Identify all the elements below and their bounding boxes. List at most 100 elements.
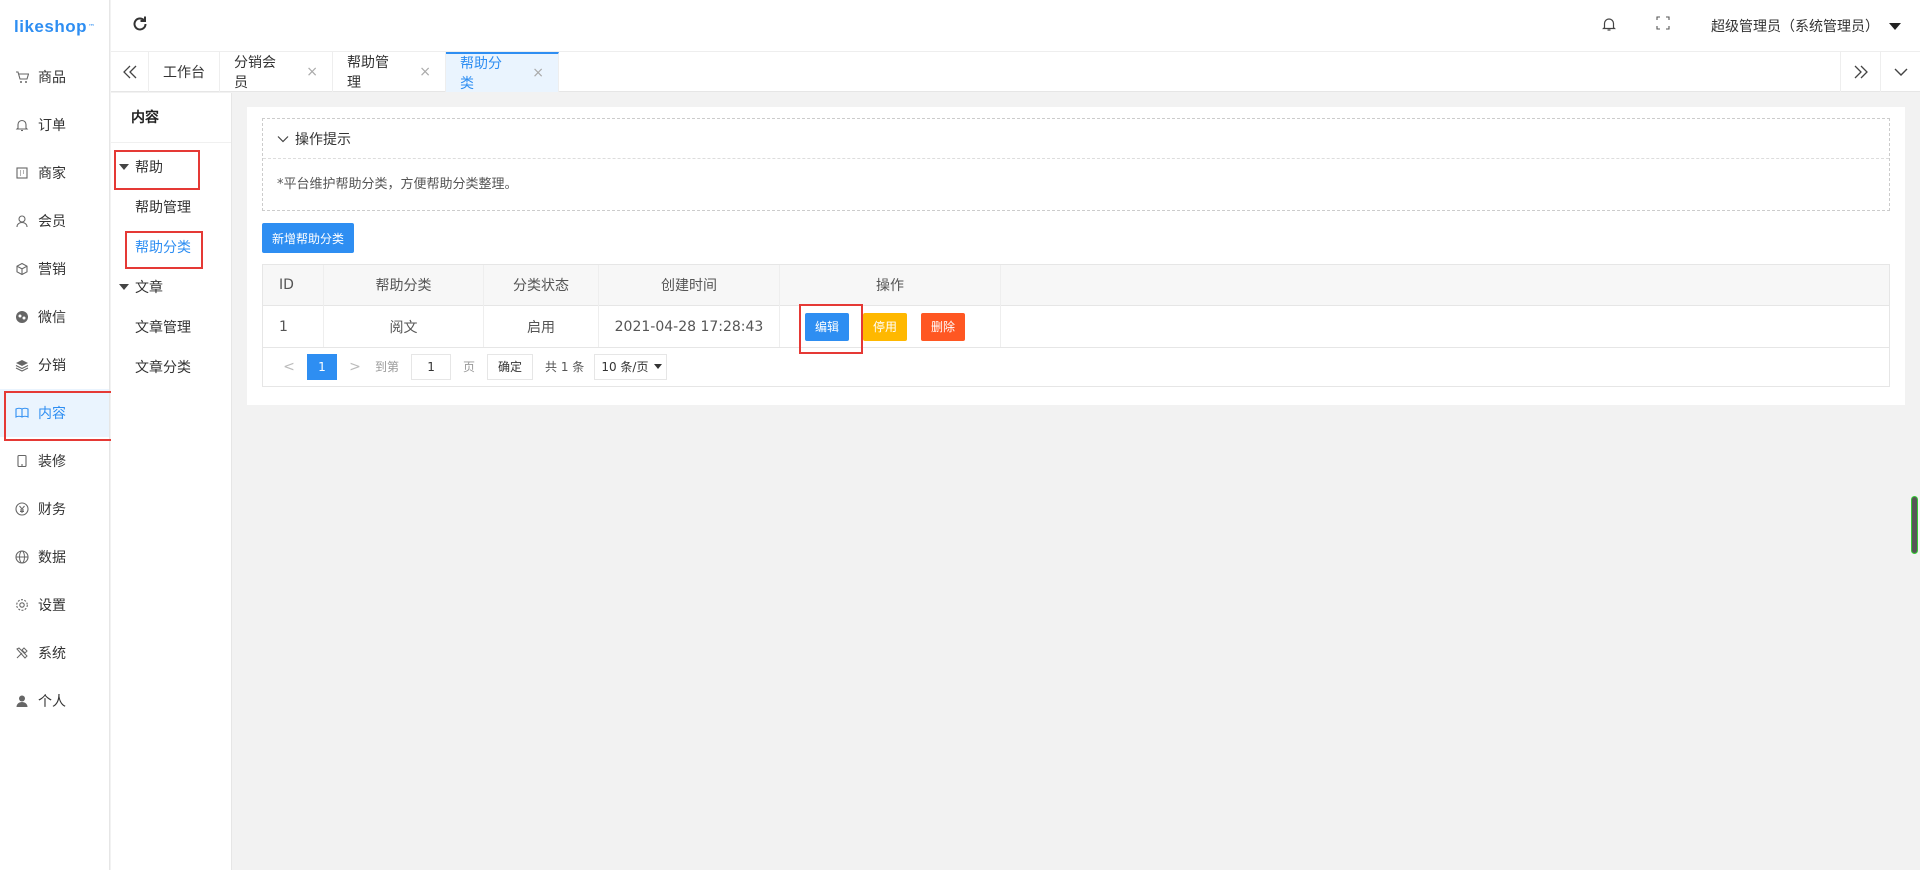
- gear-icon: [15, 598, 29, 612]
- tab-label: 分销会员: [234, 55, 276, 91]
- sidebar-item-marketing[interactable]: 营销: [0, 245, 109, 293]
- subnav-item-help-management[interactable]: 帮助管理: [111, 187, 231, 227]
- cell-name: 阅文: [324, 306, 484, 347]
- cart-icon: [15, 70, 29, 84]
- tips-text: *平台维护帮助分类，方便帮助分类整理。: [277, 177, 518, 192]
- sidebar-item-personal[interactable]: 个人: [0, 677, 109, 725]
- notification-bell-icon[interactable]: [1601, 16, 1619, 34]
- tips-header[interactable]: 操作提示: [263, 119, 1889, 159]
- column-header-filler: [1001, 265, 1889, 306]
- person-icon: [15, 694, 29, 708]
- next-page-button[interactable]: >: [341, 359, 369, 375]
- sidebar-item-label: 商品: [38, 70, 66, 86]
- column-header-created: 创建时间: [599, 264, 780, 306]
- edit-button[interactable]: 编辑: [798, 303, 864, 354]
- prev-page-button[interactable]: <: [275, 359, 303, 375]
- category-table: ID 帮助分类 分类状态 创建时间 操作 1 阅文 启用 2021-04-28 …: [262, 264, 1890, 354]
- sidebar-item-settings[interactable]: 设置: [0, 581, 109, 629]
- cell-status: 启用: [484, 306, 599, 347]
- sidebar-item-label: 商家: [38, 166, 66, 182]
- sidebar-item-label: 数据: [38, 550, 66, 566]
- tab-scroll-left-icon[interactable]: [111, 52, 149, 92]
- subnav-item-label: 文章管理: [135, 320, 191, 336]
- globe-icon: [15, 550, 29, 564]
- table-row: 1 阅文 启用 2021-04-28 17:28:43 编辑 停用 删除: [263, 303, 1889, 354]
- column-header-actions: 操作: [780, 264, 1001, 306]
- goto-label: 到第: [375, 360, 400, 374]
- tab-label: 工作台: [163, 65, 205, 81]
- subnav-group-help[interactable]: 帮助: [111, 147, 231, 190]
- sidebar-item-label: 内容: [38, 406, 66, 422]
- column-header-status: 分类状态: [484, 264, 599, 306]
- subnav-item-article-category[interactable]: 文章分类: [111, 347, 231, 387]
- sidebar-item-data[interactable]: 数据: [0, 533, 109, 581]
- sidebar-item-wechat[interactable]: 微信: [0, 293, 109, 341]
- sidebar-item-finance[interactable]: 财务: [0, 485, 109, 533]
- tab-help-category[interactable]: 帮助分类 ×: [446, 52, 559, 92]
- sidebar-item-label: 微信: [38, 310, 66, 326]
- subnav-group-articles[interactable]: 文章: [111, 267, 231, 307]
- sidebar-item-label: 营销: [38, 262, 66, 278]
- delete-button[interactable]: 删除: [921, 312, 966, 341]
- goto-page-input[interactable]: 1: [411, 353, 452, 380]
- page-size-value: 10 条/页: [601, 360, 649, 374]
- tab-bar: 工作台 分销会员 × 帮助管理 × 帮助分类 ×: [111, 52, 1920, 92]
- sidebar-item-label: 订单: [38, 118, 66, 134]
- sidebar-item-system[interactable]: 系统: [0, 629, 109, 677]
- main-sidebar: likeshop ™ 商品 订单 商家 会员 营销 微信 分销 内容 装修 财务…: [0, 0, 122, 870]
- page-number-current[interactable]: 1: [307, 353, 337, 380]
- tab-distribution-members[interactable]: 分销会员 ×: [220, 52, 333, 92]
- tips-title: 操作提示: [295, 131, 351, 148]
- tab-scroll-right-icon[interactable]: [1840, 52, 1880, 92]
- disable-button[interactable]: 停用: [863, 312, 908, 341]
- tips-panel: 操作提示 *平台维护帮助分类，方便帮助分类整理。: [262, 118, 1890, 211]
- sidebar-item-distribution[interactable]: 分销: [0, 341, 109, 389]
- user-name: 超级管理员（系统管理员）: [1711, 19, 1879, 35]
- sub-sidebar: 内容 帮助 帮助管理 帮助分类 文章 文章管理 文章分类: [111, 93, 232, 870]
- column-header-name: 帮助分类: [324, 264, 484, 306]
- subnav-item-article-management[interactable]: 文章管理: [111, 307, 231, 347]
- sidebar-item-members[interactable]: 会员: [0, 197, 109, 245]
- caret-down-icon: [119, 164, 129, 170]
- refresh-icon[interactable]: [131, 15, 151, 35]
- cell-created: 2021-04-28 17:28:43: [599, 306, 780, 347]
- scrollbar-thumb[interactable]: [1911, 496, 1918, 554]
- sidebar-item-content[interactable]: 内容: [0, 389, 122, 441]
- user-icon: [15, 214, 29, 228]
- logo[interactable]: likeshop ™: [0, 0, 109, 53]
- close-icon[interactable]: ×: [532, 65, 544, 81]
- tab-help-management[interactable]: 帮助管理 ×: [333, 52, 446, 92]
- chevron-down-icon[interactable]: [1880, 52, 1920, 92]
- cell-filler: [1001, 306, 1889, 347]
- book-icon: [15, 406, 29, 420]
- goto-confirm-button[interactable]: 确定: [487, 353, 534, 380]
- bell-icon: [15, 118, 29, 132]
- sidebar-item-label: 系统: [38, 646, 66, 662]
- subnav-item-label: 帮助分类: [135, 240, 191, 256]
- user-menu[interactable]: 超级管理员（系统管理员）: [1711, 16, 1901, 36]
- tab-workbench[interactable]: 工作台: [149, 52, 220, 92]
- subnav-item-label: 帮助管理: [135, 200, 191, 216]
- sidebar-item-decoration[interactable]: 装修: [0, 437, 109, 485]
- sidebar-item-merchants[interactable]: 商家: [0, 149, 109, 197]
- sidebar-item-goods[interactable]: 商品: [0, 53, 109, 101]
- tab-label: 帮助分类: [460, 56, 502, 92]
- column-header-id: ID: [263, 264, 324, 306]
- sidebar-item-label: 会员: [38, 214, 66, 230]
- page-unit-label: 页: [463, 360, 476, 374]
- tablet-icon: [15, 454, 29, 468]
- tab-label: 帮助管理: [347, 55, 389, 91]
- page-size-select[interactable]: 10 条/页: [594, 353, 668, 380]
- add-help-category-button[interactable]: 新增帮助分类: [262, 223, 355, 253]
- sidebar-item-label: 分销: [38, 358, 66, 374]
- subnav-item-help-category[interactable]: 帮助分类: [111, 227, 231, 269]
- fullscreen-icon[interactable]: [1656, 16, 1674, 34]
- sidebar-item-orders[interactable]: 订单: [0, 101, 109, 149]
- cell-id: 1: [263, 306, 324, 347]
- logo-text: likeshop: [14, 16, 87, 36]
- sidebar-item-label: 设置: [38, 598, 66, 614]
- yen-icon: [15, 502, 29, 516]
- close-icon[interactable]: ×: [419, 64, 431, 80]
- group-label: 帮助: [135, 160, 163, 176]
- close-icon[interactable]: ×: [306, 64, 318, 80]
